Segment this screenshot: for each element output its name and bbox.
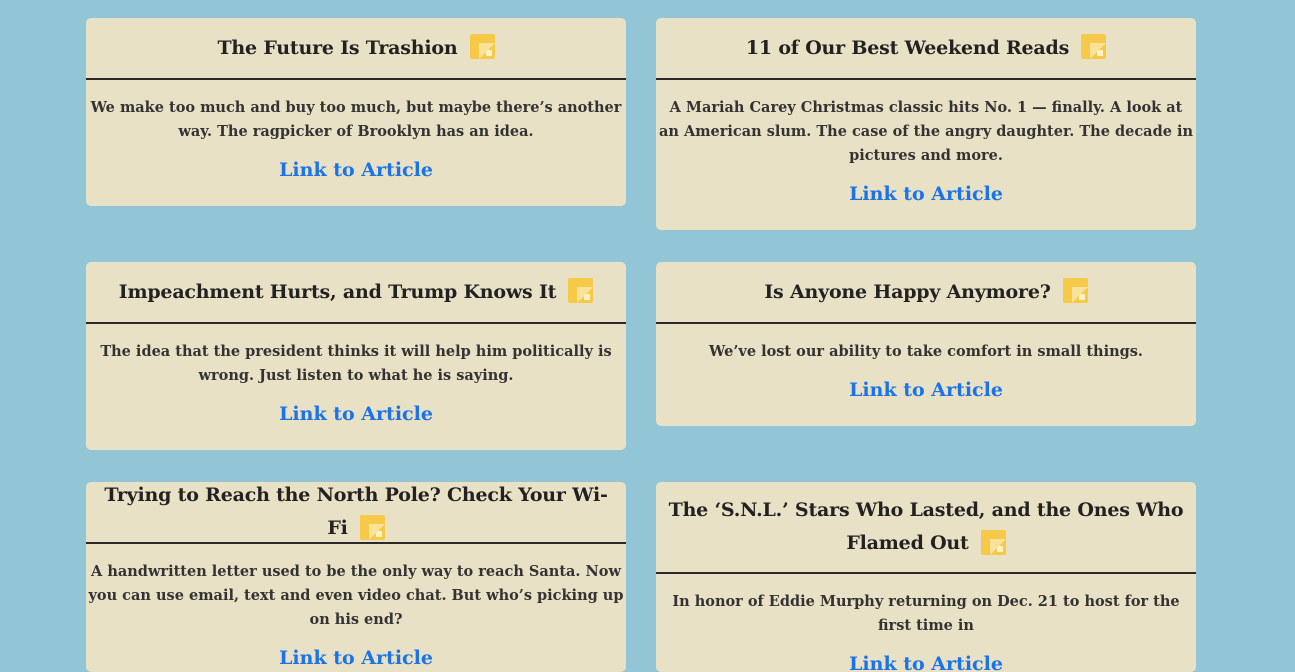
article-card: The Future Is Trashion We make too much … <box>86 18 626 206</box>
article-description: A handwritten letter used to be the only… <box>88 563 624 628</box>
article-card-header: Trying to Reach the North Pole? Check Yo… <box>86 482 626 544</box>
article-card-body: A Mariah Carey Christmas classic hits No… <box>656 96 1196 208</box>
article-card: Trying to Reach the North Pole? Check Yo… <box>86 482 626 672</box>
article-link[interactable]: Link to Article <box>279 400 433 428</box>
article-description: We make too much and buy too much, but m… <box>90 99 622 140</box>
sticky-note-icon[interactable] <box>1081 34 1107 59</box>
article-card-header: 11 of Our Best Weekend Reads <box>656 18 1196 80</box>
article-title: Impeachment Hurts, and Trump Knows It <box>119 276 594 309</box>
article-description: We’ve lost our ability to take comfort i… <box>709 343 1143 360</box>
article-card: Is Anyone Happy Anymore? We’ve lost our … <box>656 262 1196 426</box>
article-link[interactable]: Link to Article <box>849 650 1003 672</box>
article-link[interactable]: Link to Article <box>849 376 1003 404</box>
article-card-body: We make too much and buy too much, but m… <box>86 96 626 184</box>
article-link[interactable]: Link to Article <box>279 156 433 184</box>
sticky-note-icon[interactable] <box>469 34 495 59</box>
article-card-body: The idea that the president thinks it wi… <box>86 340 626 428</box>
article-description: The idea that the president thinks it wi… <box>100 343 612 384</box>
article-card-header: Impeachment Hurts, and Trump Knows It <box>86 262 626 324</box>
article-card-body: A handwritten letter used to be the only… <box>86 560 626 672</box>
article-card-body: We’ve lost our ability to take comfort i… <box>656 340 1196 404</box>
article-card: The ‘S.N.L.’ Stars Who Lasted, and the O… <box>656 482 1196 672</box>
article-description: In honor of Eddie Murphy returning on De… <box>672 593 1180 634</box>
article-title: Is Anyone Happy Anymore? <box>764 276 1088 309</box>
article-card: 11 of Our Best Weekend Reads A Mariah Ca… <box>656 18 1196 230</box>
article-card-header: Is Anyone Happy Anymore? <box>656 262 1196 324</box>
sticky-note-icon[interactable] <box>980 529 1006 555</box>
article-title: The Future Is Trashion <box>217 32 495 65</box>
article-card-header: The Future Is Trashion <box>86 18 626 80</box>
article-card-header: The ‘S.N.L.’ Stars Who Lasted, and the O… <box>656 482 1196 574</box>
article-title: 11 of Our Best Weekend Reads <box>746 32 1107 65</box>
sticky-note-icon[interactable] <box>359 514 385 540</box>
article-link[interactable]: Link to Article <box>279 644 433 672</box>
sticky-note-icon[interactable] <box>568 278 594 303</box>
article-title: Trying to Reach the North Pole? Check Yo… <box>104 484 608 540</box>
article-description: A Mariah Carey Christmas classic hits No… <box>658 99 1194 164</box>
article-link[interactable]: Link to Article <box>849 180 1003 208</box>
article-title: The ‘S.N.L.’ Stars Who Lasted, and the O… <box>668 499 1184 555</box>
article-card-body: In honor of Eddie Murphy returning on De… <box>656 590 1196 672</box>
article-card: Impeachment Hurts, and Trump Knows It Th… <box>86 262 626 450</box>
sticky-note-icon[interactable] <box>1062 278 1088 303</box>
